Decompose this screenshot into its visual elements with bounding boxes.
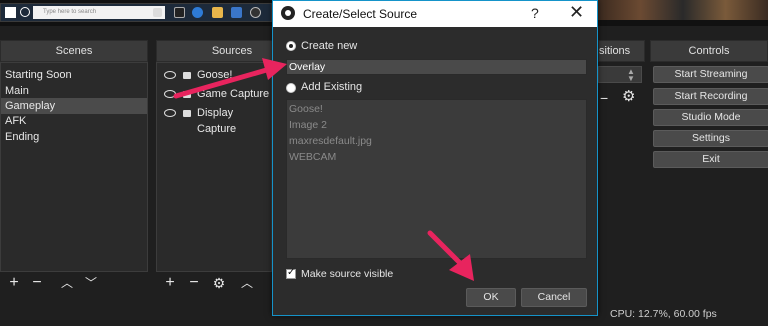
start-recording-button[interactable]: Start Recording — [653, 88, 768, 105]
add-existing-label: Add Existing — [301, 81, 363, 93]
existing-sources-list[interactable]: Goose! Image 2 maxresdefault.jpg WEBCAM — [286, 99, 587, 259]
dialog-titlebar: Create/Select Source ? ✕ — [273, 1, 597, 27]
scenes-list[interactable]: Starting Soon Main Gameplay AFK Ending — [0, 62, 148, 272]
source-item[interactable]: Goose! — [157, 67, 271, 83]
studio-mode-button[interactable]: Studio Mode — [653, 109, 768, 126]
scene-item[interactable]: Starting Soon — [1, 67, 147, 83]
obs-window: Type here to search Scenes Starting Soon… — [0, 0, 768, 326]
remove-icon[interactable]: − — [28, 274, 46, 292]
scene-item[interactable]: AFK — [1, 113, 147, 129]
settings-button[interactable]: Settings — [653, 130, 768, 147]
cpu-status: CPU: 12.7%, 60.00 fps — [610, 308, 717, 320]
exit-button[interactable]: Exit — [653, 151, 768, 168]
source-item[interactable]: Display Capture — [157, 105, 271, 135]
app-icon — [174, 7, 185, 18]
folder-icon — [212, 7, 223, 18]
eye-icon[interactable] — [164, 90, 176, 98]
existing-source-item[interactable]: maxresdefault.jpg — [289, 135, 372, 147]
scenes-toolbar: + − ︿ ﹀ — [0, 272, 148, 296]
lock-icon[interactable] — [183, 110, 191, 117]
make-visible-label: Make source visible — [301, 268, 394, 280]
existing-source-item[interactable]: Goose! — [289, 103, 323, 115]
create-new-label: Create new — [301, 40, 358, 52]
preview-image — [598, 0, 768, 20]
make-visible-checkbox[interactable] — [286, 267, 296, 279]
windows-taskbar: Type here to search — [0, 3, 272, 22]
cancel-button[interactable]: Cancel — [521, 288, 587, 307]
source-name-input[interactable]: Overlay — [286, 59, 587, 75]
add-icon[interactable]: + — [161, 274, 179, 292]
lock-icon[interactable] — [183, 72, 191, 79]
obs-logo-icon — [281, 6, 295, 20]
eye-icon[interactable] — [164, 109, 176, 117]
edge-icon — [192, 7, 203, 18]
sources-list[interactable]: Goose! Game Capture Display Capture — [156, 62, 272, 272]
task-view-icon — [153, 8, 162, 17]
ok-button[interactable]: OK — [466, 288, 516, 307]
source-item[interactable]: Game Capture — [157, 86, 271, 102]
transitions-header: sitions — [598, 40, 645, 62]
windows-start-icon — [5, 7, 16, 18]
lock-icon[interactable] — [183, 91, 191, 98]
create-select-source-dialog: Create/Select Source ? ✕ Create new Over… — [272, 0, 598, 316]
move-down-icon[interactable]: ﹀ — [82, 274, 100, 292]
help-button[interactable]: ? — [531, 5, 539, 21]
add-existing-radio[interactable] — [286, 83, 296, 93]
mail-icon — [231, 7, 242, 18]
scene-item[interactable]: Ending — [1, 129, 147, 145]
obs-taskbar-icon — [250, 7, 261, 18]
sources-toolbar: + − ⚙ ︿ — [156, 272, 272, 296]
close-icon[interactable]: ✕ — [569, 2, 584, 23]
create-new-radio[interactable] — [286, 41, 296, 51]
remove-icon[interactable]: − — [185, 274, 203, 292]
remove-transition-icon[interactable]: − — [600, 90, 608, 106]
scenes-header: Scenes — [0, 40, 148, 62]
transition-gear-icon[interactable]: ⚙ — [622, 87, 635, 105]
source-label: Game Capture — [197, 88, 270, 100]
taskbar-search-input: Type here to search — [33, 6, 165, 19]
move-up-icon[interactable]: ︿ — [58, 274, 76, 292]
cortana-icon — [20, 7, 30, 17]
gear-icon[interactable]: ⚙ — [210, 274, 228, 292]
dialog-title: Create/Select Source — [303, 7, 418, 21]
source-label: Goose! — [197, 69, 233, 81]
controls-header: Controls — [650, 40, 768, 62]
scene-item[interactable]: Main — [1, 83, 147, 99]
source-label: Display Capture — [197, 107, 237, 135]
existing-source-item[interactable]: WEBCAM — [289, 151, 336, 163]
start-streaming-button[interactable]: Start Streaming — [653, 66, 768, 83]
existing-source-item[interactable]: Image 2 — [289, 119, 327, 131]
spinner-icon[interactable]: ▲ ▼ — [627, 68, 635, 83]
scene-item-selected[interactable]: Gameplay — [1, 98, 147, 114]
eye-icon[interactable] — [164, 71, 176, 79]
add-icon[interactable]: + — [5, 274, 23, 292]
transition-duration-field[interactable]: ▲ ▼ — [598, 66, 642, 83]
move-up-icon[interactable]: ︿ — [238, 274, 256, 292]
